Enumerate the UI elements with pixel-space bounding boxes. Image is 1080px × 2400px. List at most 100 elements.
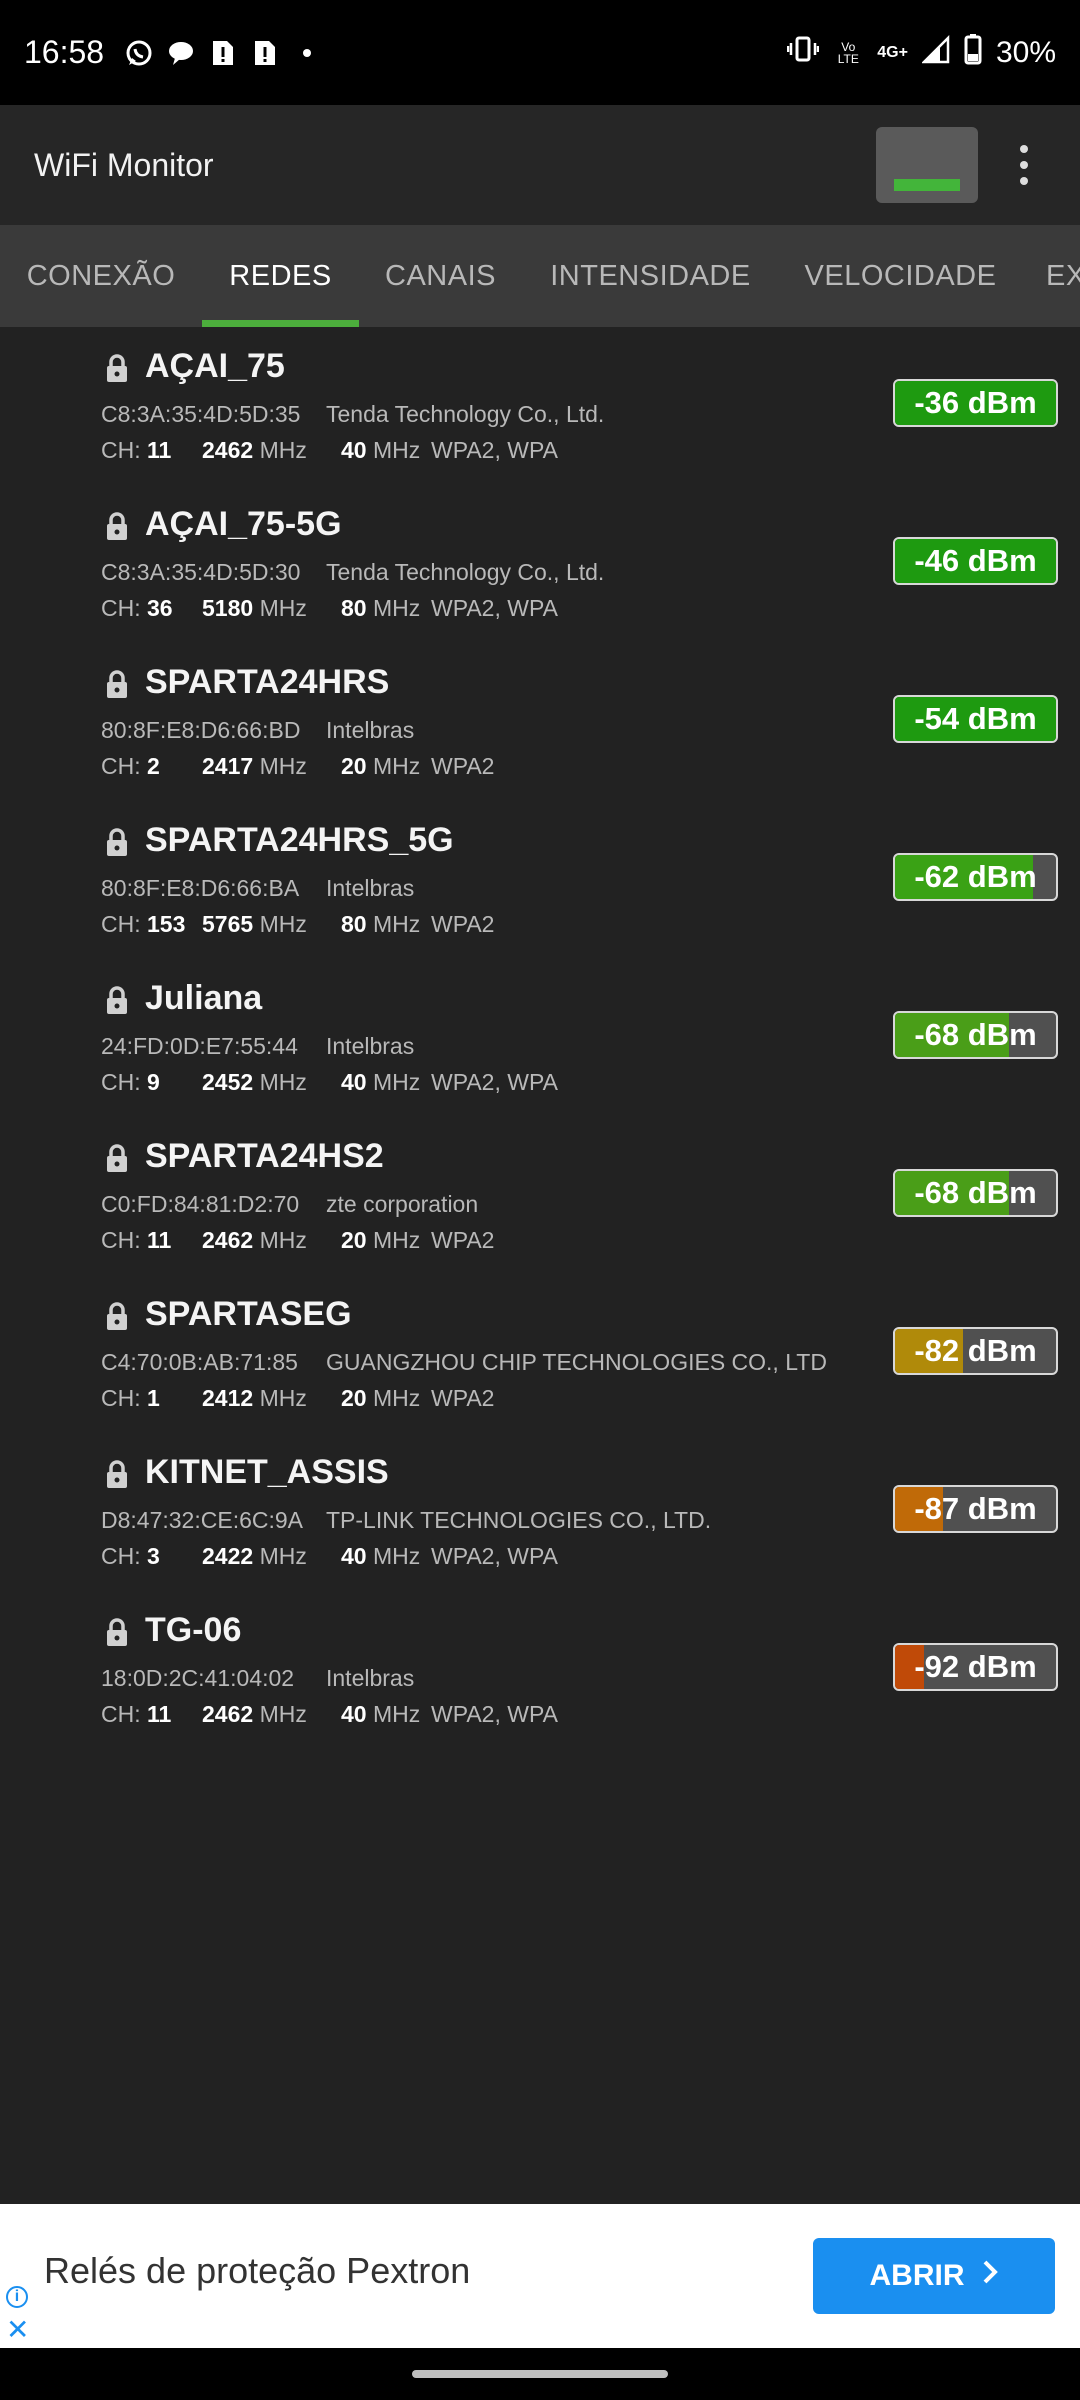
network-vendor: Intelbras xyxy=(326,875,415,901)
network-details-line1: C8:3A:35:4D:5D:30 Tenda Technology Co., L… xyxy=(101,559,604,586)
tab-redes[interactable]: REDES xyxy=(202,225,359,327)
signal-strength-badge: -68 dBm xyxy=(893,1169,1058,1217)
whatsapp-icon xyxy=(124,38,154,68)
network-details-line2: CH: 1 2412 MHz 20 MHz WPA2 xyxy=(101,1385,494,1412)
lock-icon xyxy=(104,827,130,857)
channel-value: 36 xyxy=(147,595,173,621)
network-details-line2: CH: 11 2462 MHz 40 MHz WPA2, WPA xyxy=(101,437,558,464)
signal-strength-badge: -68 dBm xyxy=(893,1011,1058,1059)
network-list-item[interactable]: Juliana 24:FD:0D:E7:55:44 Intelbras CH: 9… xyxy=(0,959,1080,1117)
home-gesture-handle[interactable] xyxy=(412,2370,668,2378)
network-details-line1: C8:3A:35:4D:5D:35 Tenda Technology Co., L… xyxy=(101,401,604,428)
lock-icon xyxy=(104,511,130,541)
network-list-item[interactable]: KITNET_ASSIS D8:47:32:CE:6C:9A TP-LINK TE… xyxy=(0,1433,1080,1591)
tab-more[interactable]: EX xyxy=(1022,225,1080,327)
channel-label: CH: xyxy=(101,911,141,937)
network-list-item[interactable]: AÇAI_75 C8:3A:35:4D:5D:35 Tenda Technolog… xyxy=(0,327,1080,485)
network-list-item[interactable]: AÇAI_75-5G C8:3A:35:4D:5D:30 Tenda Techno… xyxy=(0,485,1080,643)
network-bssid: C0:FD:84:81:D2:70 xyxy=(101,1191,300,1217)
network-channel: CH: 11 xyxy=(101,1701,202,1728)
network-details-line1: 80:8F:E8:D6:66:BD Intelbras xyxy=(101,717,414,744)
frequency-unit: MHz xyxy=(259,753,307,779)
network-type: 4G+ xyxy=(877,43,908,61)
network-vendor: Intelbras xyxy=(326,717,415,743)
more-options-icon[interactable] xyxy=(1018,145,1030,185)
network-security: WPA2, WPA xyxy=(431,437,558,463)
network-width: 20 MHz xyxy=(341,1227,431,1254)
frequency-value: 2452 xyxy=(202,1069,254,1095)
network-bssid: C8:3A:35:4D:5D:35 xyxy=(101,401,301,427)
network-width: 40 MHz xyxy=(341,1543,431,1570)
signal-strength-badge: -36 dBm xyxy=(893,379,1058,427)
channel-value: 1 xyxy=(147,1385,160,1411)
width-value: 20 xyxy=(341,1227,367,1253)
network-security: WPA2 xyxy=(431,911,495,937)
network-details-line1: 24:FD:0D:E7:55:44 Intelbras xyxy=(101,1033,414,1060)
network-ssid: SPARTA24HS2 xyxy=(145,1137,384,1175)
frequency-unit: MHz xyxy=(259,1701,307,1727)
ad-info-icon[interactable]: i xyxy=(6,2286,28,2308)
width-value: 80 xyxy=(341,911,367,937)
network-frequency: 2462 MHz xyxy=(202,1701,341,1728)
network-channel: CH: 2 xyxy=(101,753,202,780)
channel-label: CH: xyxy=(101,437,141,463)
network-list-item[interactable]: SPARTA24HRS_5G 80:8F:E8:D6:66:BA Intelbra… xyxy=(0,801,1080,959)
network-details-line2: CH: 11 2462 MHz 20 MHz WPA2 xyxy=(101,1227,494,1254)
network-ssid: SPARTA24HRS_5G xyxy=(145,821,454,859)
width-value: 20 xyxy=(341,1385,367,1411)
signal-meter-button[interactable] xyxy=(876,127,978,203)
signal-strength-badge: -54 dBm xyxy=(893,695,1058,743)
network-ssid: AÇAI_75-5G xyxy=(145,505,342,543)
channel-value: 153 xyxy=(147,911,186,937)
frequency-value: 2412 xyxy=(202,1385,254,1411)
network-bssid: C8:3A:35:4D:5D:30 xyxy=(101,559,301,585)
signal-strength-value: -62 dBm xyxy=(914,859,1037,894)
tab-bar: CONEXÃO REDES CANAIS INTENSIDADE VELOCID… xyxy=(0,225,1080,327)
tab-velocidade[interactable]: VELOCIDADE xyxy=(779,225,1022,327)
network-vendor: Tenda Technology Co., Ltd. xyxy=(326,401,605,427)
network-frequency: 2452 MHz xyxy=(202,1069,341,1096)
width-value: 40 xyxy=(341,1069,367,1095)
signal-strength-value: -54 dBm xyxy=(914,701,1037,736)
network-security: WPA2, WPA xyxy=(431,595,558,621)
width-unit: MHz xyxy=(372,437,421,463)
network-list: AÇAI_75 C8:3A:35:4D:5D:35 Tenda Technolog… xyxy=(0,327,1080,1749)
width-unit: MHz xyxy=(372,911,421,937)
ad-open-button[interactable]: ABRIR xyxy=(813,2238,1055,2314)
signal-strength-value: -36 dBm xyxy=(914,385,1037,420)
ad-banner[interactable]: Relés de proteção Pextron ABRIR i ✕ xyxy=(0,2204,1080,2348)
channel-value: 2 xyxy=(147,753,160,779)
lock-icon xyxy=(104,669,130,699)
tab-conexao[interactable]: CONEXÃO xyxy=(0,225,202,327)
network-ssid: SPARTA24HRS xyxy=(145,663,390,701)
chevron-right-icon xyxy=(981,2259,999,2293)
network-frequency: 5180 MHz xyxy=(202,595,341,622)
network-details-line1: C4:70:0B:AB:71:85 GUANGZHOU CHIP TECHNOLO… xyxy=(101,1349,827,1376)
frequency-value: 5180 xyxy=(202,595,254,621)
network-details-line2: CH: 153 5765 MHz 80 MHz WPA2 xyxy=(101,911,494,938)
width-unit: MHz xyxy=(372,1701,421,1727)
network-security: WPA2, WPA xyxy=(431,1701,558,1727)
channel-value: 9 xyxy=(147,1069,160,1095)
tab-canais[interactable]: CANAIS xyxy=(359,225,522,327)
network-frequency: 2412 MHz xyxy=(202,1385,341,1412)
network-ssid: TG-06 xyxy=(145,1611,242,1649)
network-channel: CH: 1 xyxy=(101,1385,202,1412)
signal-strength-badge: -92 dBm xyxy=(893,1643,1058,1691)
signal-strength-value: -68 dBm xyxy=(914,1017,1037,1052)
tab-intensidade[interactable]: INTENSIDADE xyxy=(522,225,779,327)
ad-close-icon[interactable]: ✕ xyxy=(6,2316,29,2344)
network-width: 80 MHz xyxy=(341,911,431,938)
channel-value: 11 xyxy=(147,437,172,463)
width-value: 80 xyxy=(341,595,367,621)
network-list-item[interactable]: SPARTASEG C4:70:0B:AB:71:85 GUANGZHOU CHI… xyxy=(0,1275,1080,1433)
frequency-value: 2462 xyxy=(202,1701,254,1727)
frequency-unit: MHz xyxy=(259,1227,307,1253)
frequency-value: 5765 xyxy=(202,911,254,937)
signal-strength-value: -87 dBm xyxy=(914,1491,1037,1526)
network-list-item[interactable]: SPARTA24HRS 80:8F:E8:D6:66:BD Intelbras C… xyxy=(0,643,1080,801)
network-list-item[interactable]: SPARTA24HS2 C0:FD:84:81:D2:70 zte corpora… xyxy=(0,1117,1080,1275)
network-width: 20 MHz xyxy=(341,1385,431,1412)
network-list-item[interactable]: TG-06 18:0D:2C:41:04:02 Intelbras CH: 11 2… xyxy=(0,1591,1080,1749)
network-details-line1: 18:0D:2C:41:04:02 Intelbras xyxy=(101,1665,414,1692)
